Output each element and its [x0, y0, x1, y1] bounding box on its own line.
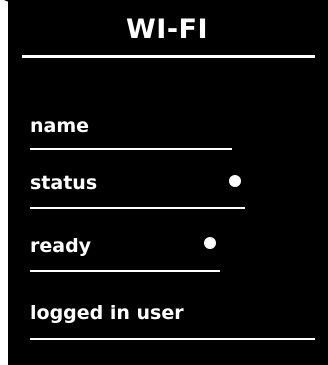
ready-indicator-icon	[204, 237, 216, 249]
logged-in-user-field-line[interactable]	[30, 338, 315, 340]
title-divider	[22, 55, 315, 58]
name-label: name	[30, 115, 90, 137]
name-field-line[interactable]	[30, 148, 232, 150]
logged-in-user-label: logged in user	[30, 302, 184, 324]
ready-field-line[interactable]	[30, 270, 220, 272]
status-field-line[interactable]	[30, 207, 245, 209]
status-label: status	[30, 172, 98, 194]
ready-label: ready	[30, 235, 92, 257]
status-indicator-icon	[229, 175, 241, 187]
page-title: WI-FI	[126, 14, 209, 45]
wifi-screen: WI-FI name status ready logged in user	[0, 0, 328, 365]
